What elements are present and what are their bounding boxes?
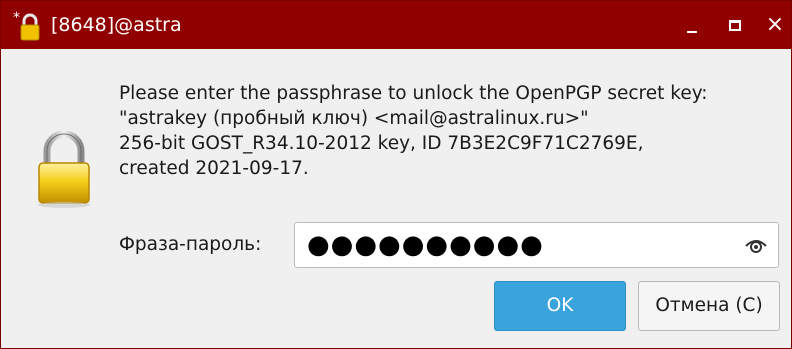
window-title: [8648]@astra bbox=[51, 14, 182, 36]
message-line: 256-bit GOST_R34.10-2012 key, ID 7B3E2C9… bbox=[119, 133, 644, 154]
lock-icon: * bbox=[13, 10, 40, 41]
message-line: "astrakey (пробный ключ) <mail@astralinu… bbox=[119, 108, 589, 129]
passphrase-input[interactable]: ●●●●●●●●●● bbox=[294, 222, 779, 268]
close-icon: × bbox=[765, 12, 785, 37]
svg-text:*: * bbox=[13, 10, 20, 26]
minimize-icon bbox=[687, 31, 697, 33]
title-bar[interactable]: * [8648]@astra × bbox=[1, 1, 791, 49]
close-button[interactable]: × bbox=[759, 9, 791, 41]
passphrase-label: Фраза-пароль: bbox=[119, 234, 262, 255]
prompt-message: Please enter the passphrase to unlock th… bbox=[119, 81, 789, 181]
maximize-icon bbox=[729, 20, 741, 31]
maximize-button[interactable] bbox=[719, 9, 751, 41]
message-line: created 2021-09-17. bbox=[119, 158, 309, 179]
passphrase-masked-value: ●●●●●●●●●● bbox=[307, 230, 544, 260]
ok-button[interactable]: OK bbox=[494, 281, 626, 331]
minimize-button[interactable] bbox=[677, 9, 709, 41]
padlock-icon bbox=[38, 130, 90, 208]
cancel-button[interactable]: Отмена (С) bbox=[638, 281, 780, 331]
message-line: Please enter the passphrase to unlock th… bbox=[119, 83, 708, 104]
eye-icon[interactable] bbox=[744, 235, 768, 255]
pinentry-dialog: * [8648]@astra × Please enter the passph… bbox=[0, 0, 792, 349]
